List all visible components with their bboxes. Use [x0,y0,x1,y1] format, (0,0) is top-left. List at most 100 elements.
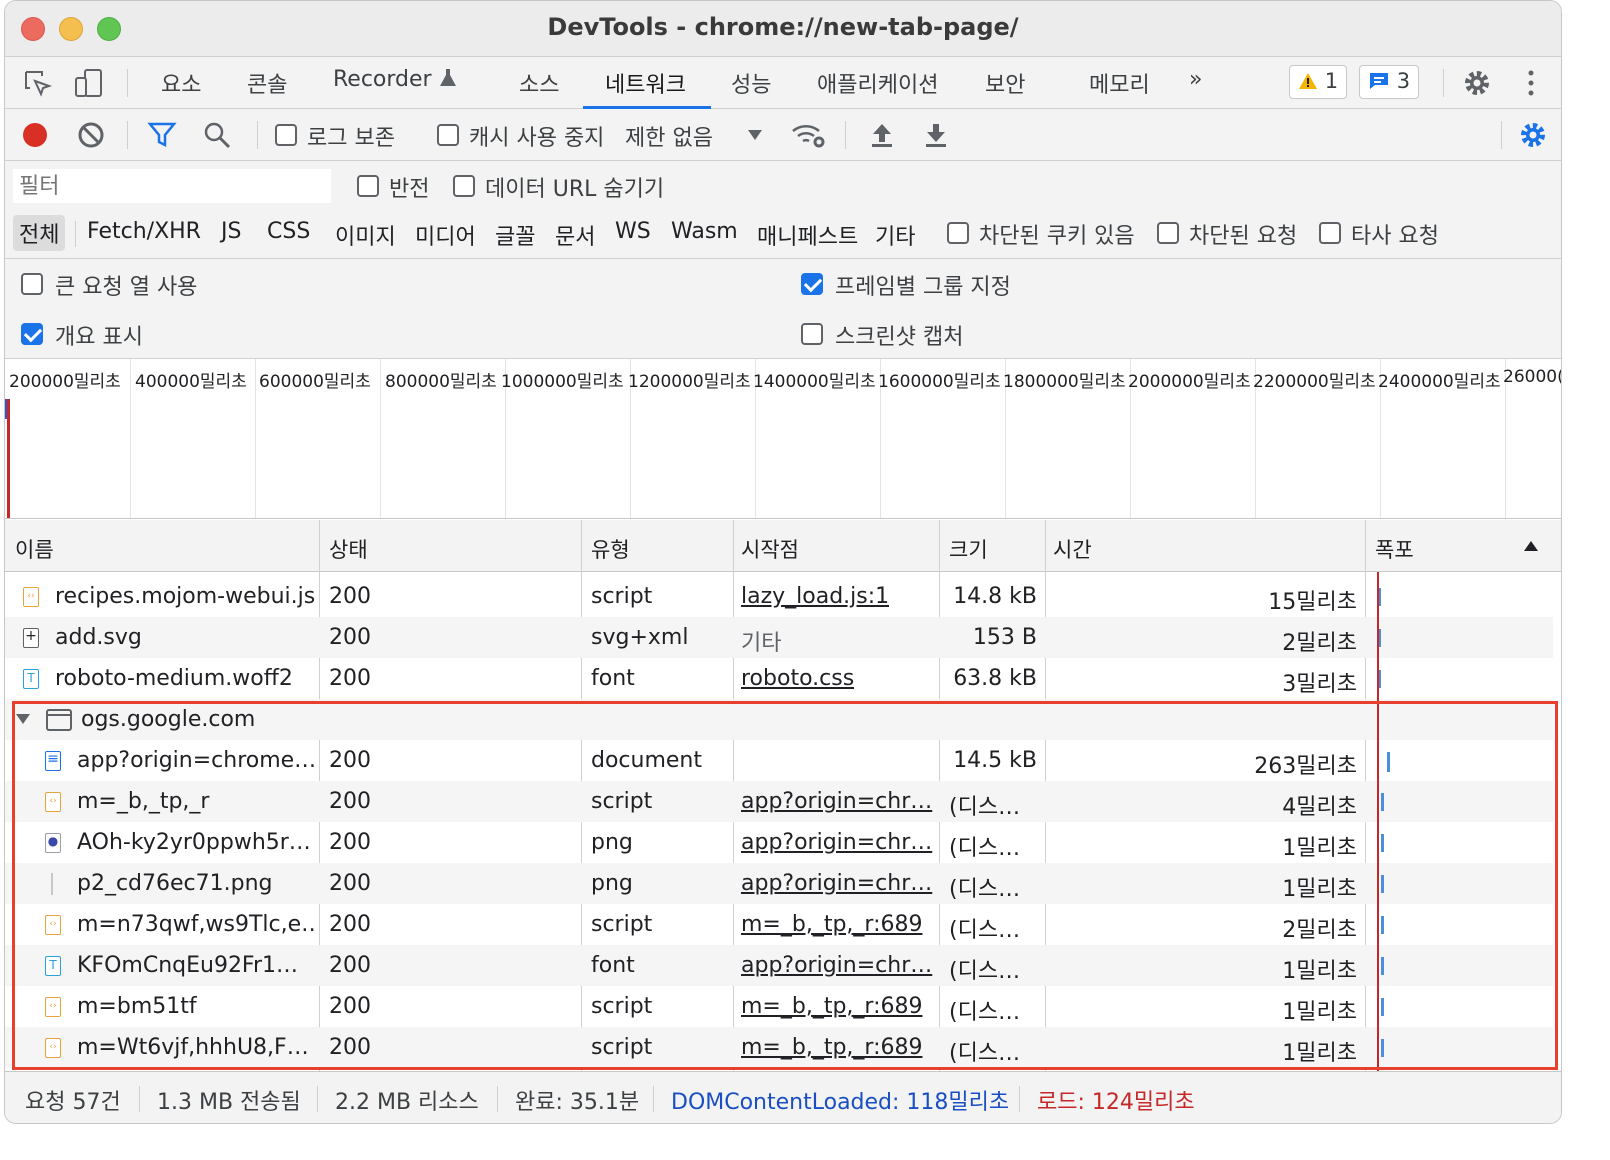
filter-icon[interactable] [147,121,177,149]
request-size: 63.8 kB [953,666,1037,691]
request-initiator-link[interactable]: m=_b,_tp,_r:689 [741,1035,933,1060]
request-initiator-link[interactable]: app?origin=chr… [741,953,933,978]
waterfall-bar [1387,752,1390,772]
request-name: m=_b,_tp,_r [77,789,210,814]
filter-type-other[interactable]: 기타 [875,219,915,251]
status-bar: 요청 57건 1.3 MB 전송됨 2.2 MB 리소스 완료: 35.1분 D… [5,1071,1561,1123]
clear-icon[interactable] [77,121,105,149]
column-header-size[interactable]: 크기 [949,534,988,564]
column-header-initiator[interactable]: 시작점 [741,534,799,564]
table-row[interactable]: ‹› m=n73qwf,ws9Tlc,e… 200 script m=_b,_t… [5,904,1553,945]
request-status: 200 [329,912,371,937]
show-overview-checkbox[interactable] [21,323,43,345]
request-time: 1밀리초 [1282,959,1357,984]
filter-type-ws[interactable]: WS [615,219,651,244]
column-header-status[interactable]: 상태 [329,534,368,564]
divider [653,1086,654,1112]
frame-group-row[interactable]: ogs.google.com [5,699,1553,740]
warnings-badge[interactable]: 1 [1289,65,1348,99]
tab-elements[interactable]: 요소 [161,67,201,99]
request-initiator-link[interactable]: m=_b,_tp,_r:689 [741,912,933,937]
overview-tick: 600000밀리초 [259,372,371,392]
messages-badge[interactable]: 3 [1359,65,1420,99]
overview-tick: 2200000밀리초 [1253,372,1376,392]
filter-type-all[interactable]: 전체 [13,215,66,251]
import-har-icon[interactable] [869,121,895,149]
capture-screenshots-checkbox[interactable] [801,323,823,345]
invert-label: 반전 [389,177,430,202]
request-status: 200 [329,748,371,773]
table-row[interactable]: ‹› m=bm51tf 200 script m=_b,_tp,_r:689 (… [5,986,1553,1027]
tab-memory[interactable]: 메모리 [1089,67,1150,99]
request-size: (디스… [949,1041,1021,1066]
gear-icon[interactable] [1461,67,1493,99]
filter-type-manifest[interactable]: 매니페스트 [757,219,858,251]
expand-triangle-icon[interactable] [15,713,31,725]
third-party-checkbox[interactable] [1319,222,1341,244]
more-tabs-button[interactable]: » [1189,67,1202,92]
invert-checkbox[interactable] [357,175,379,197]
flask-icon [439,69,456,86]
filter-type-js[interactable]: JS [221,219,241,244]
throttling-select[interactable]: 제한 없음 [625,120,713,152]
hide-data-urls-checkbox[interactable] [453,175,475,197]
resources-size: 2.2 MB 리소스 [335,1090,479,1115]
network-settings-gear-icon[interactable] [1517,119,1549,151]
group-by-frame-checkbox[interactable] [801,273,823,295]
column-header-type[interactable]: 유형 [591,534,630,564]
tab-performance[interactable]: 성능 [731,67,771,99]
big-request-rows-checkbox[interactable] [21,273,43,295]
filter-type-media[interactable]: 미디어 [415,219,476,251]
table-row[interactable]: ‹› recipes.mojom-webui.js 200 script laz… [5,576,1553,617]
table-row[interactable]: ≡ app?origin=chrome… 200 document 14.5 k… [5,740,1553,781]
blocked-requests-checkbox[interactable] [1157,222,1179,244]
request-size: 14.8 kB [953,584,1037,609]
filter-type-wasm[interactable]: Wasm [671,219,738,244]
tab-network[interactable]: 네트워크 [605,67,686,99]
request-type: png [591,830,633,855]
chevron-down-icon[interactable] [747,129,763,141]
network-conditions-icon[interactable] [791,121,827,149]
request-initiator-link[interactable]: lazy_load.js:1 [741,584,889,609]
tab-sources[interactable]: 소스 [519,67,559,99]
request-initiator-link[interactable]: m=_b,_tp,_r:689 [741,994,933,1019]
disable-cache-checkbox[interactable] [437,124,459,146]
request-time: 4밀리초 [1282,795,1357,820]
inspect-element-icon[interactable] [23,69,53,99]
record-icon[interactable] [21,121,49,149]
preserve-log-checkbox[interactable] [275,124,297,146]
table-row[interactable]: + add.svg 200 svg+xml 기타 153 B 2밀리초 [5,617,1553,658]
tab-console[interactable]: 콘솔 [247,67,287,99]
filter-type-font[interactable]: 글꼴 [495,219,535,251]
sort-ascending-icon[interactable] [1523,540,1539,552]
more-vert-icon[interactable] [1521,67,1541,99]
column-header-waterfall[interactable]: 폭포 [1375,534,1414,564]
request-initiator-link[interactable]: app?origin=chr… [741,789,933,814]
table-row[interactable]: ‹› m=Wt6vjf,hhhU8,F… 200 script m=_b,_tp… [5,1027,1553,1068]
filter-type-doc[interactable]: 문서 [555,219,595,251]
filter-input[interactable] [13,169,331,203]
table-row[interactable]: ● AOh-ky2yr0ppwh5r… 200 png app?origin=c… [5,822,1553,863]
request-initiator-link[interactable]: app?origin=chr… [741,871,933,896]
request-status: 200 [329,953,371,978]
request-initiator-link[interactable]: roboto.css [741,666,854,691]
search-icon[interactable] [203,121,231,149]
filter-type-fetch-xhr[interactable]: Fetch/XHR [87,219,201,244]
column-header-time[interactable]: 시간 [1053,534,1092,564]
export-har-icon[interactable] [923,121,949,149]
filter-type-css[interactable]: CSS [267,219,310,244]
request-name: roboto-medium.woff2 [55,666,293,691]
filter-type-img[interactable]: 이미지 [335,219,396,251]
device-toolbar-icon[interactable] [73,67,105,99]
timeline-overview[interactable]: 200000밀리초 400000밀리초 600000밀리초 800000밀리초 … [5,359,1561,519]
request-initiator-link[interactable]: app?origin=chr… [741,830,933,855]
table-row[interactable]: T KFOmCnqEu92Fr1… 200 font app?origin=ch… [5,945,1553,986]
tab-recorder[interactable]: Recorder [333,67,457,92]
column-header-name[interactable]: 이름 [15,534,54,564]
table-row[interactable]: p2_cd76ec71.png 200 png app?origin=chr… … [5,863,1553,904]
table-row[interactable]: T roboto-medium.woff2 200 font roboto.cs… [5,658,1553,699]
blocked-cookies-checkbox[interactable] [947,222,969,244]
tab-security[interactable]: 보안 [985,67,1025,99]
table-row[interactable]: ‹› m=_b,_tp,_r 200 script app?origin=chr… [5,781,1553,822]
tab-application[interactable]: 애플리케이션 [817,67,938,99]
